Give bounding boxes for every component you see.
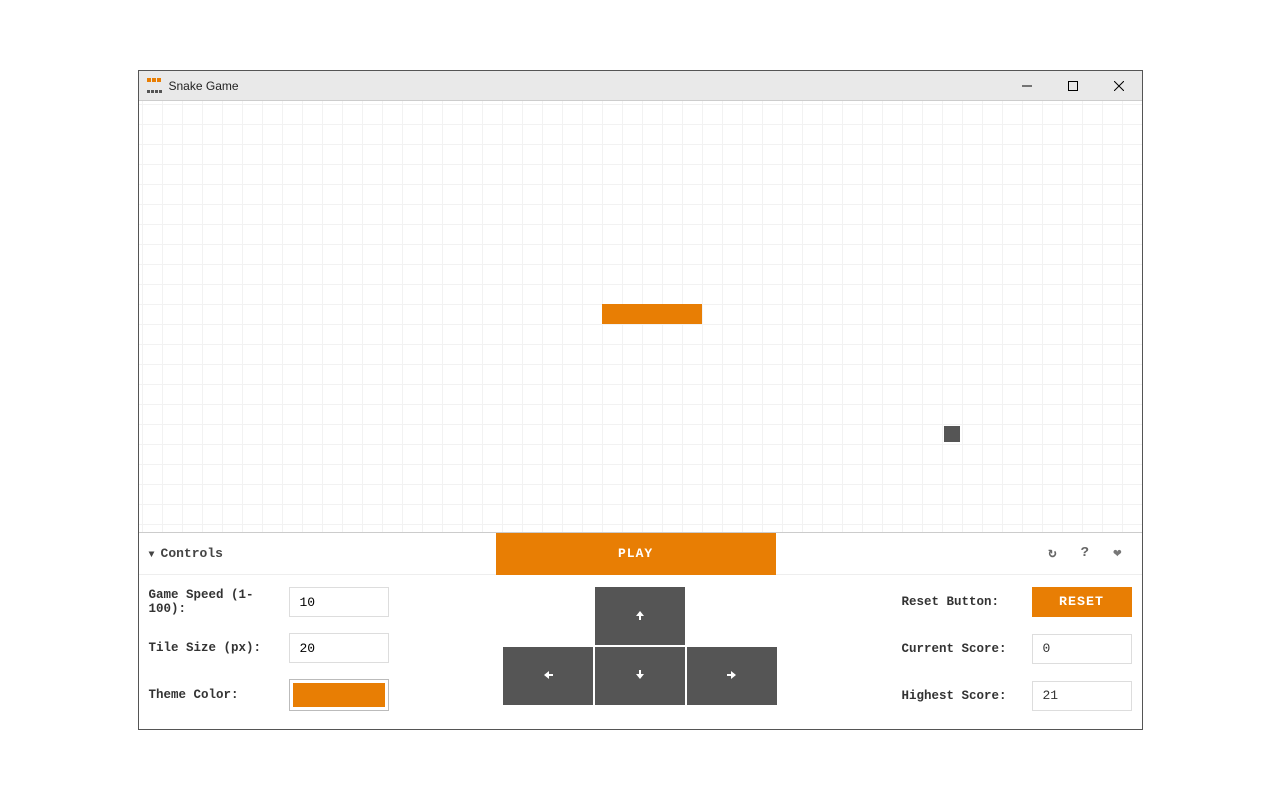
snake-segment — [622, 304, 642, 324]
header-icons: ↻ ? ❤ — [1048, 545, 1121, 562]
highest-score-value: 21 — [1032, 681, 1132, 711]
arrow-up-button[interactable] — [595, 587, 685, 645]
controls-header: Controls PLAY ↻ ? ❤ — [139, 533, 1142, 575]
tile-label: Tile Size (px): — [149, 641, 289, 655]
reset-label: Reset Button: — [902, 595, 1032, 609]
speed-label: Game Speed (1-100): — [149, 588, 289, 616]
snake-segment — [682, 304, 702, 324]
current-score-value: 0 — [1032, 634, 1132, 664]
help-icon[interactable]: ? — [1081, 545, 1089, 562]
snake-segment — [642, 304, 662, 324]
play-button[interactable]: PLAY — [496, 533, 776, 575]
score-column: Reset Button: RESET Current Score: 0 Hig… — [800, 587, 1132, 711]
tile-input[interactable] — [289, 633, 389, 663]
theme-label: Theme Color: — [149, 688, 289, 702]
dpad — [503, 587, 777, 705]
heart-icon[interactable]: ❤ — [1113, 545, 1121, 562]
settings-column: Game Speed (1-100): Tile Size (px): Them… — [149, 587, 481, 711]
close-button[interactable] — [1096, 71, 1142, 101]
app-window: Snake Game Controls PLAY ↻ ? ❤ Game Spee… — [138, 70, 1143, 730]
theme-color-preview — [293, 683, 385, 707]
reset-button[interactable]: RESET — [1032, 587, 1132, 617]
minimize-button[interactable] — [1004, 71, 1050, 101]
snake-segment — [602, 304, 622, 324]
maximize-button[interactable] — [1050, 71, 1096, 101]
snake-segment — [662, 304, 682, 324]
window-title: Snake Game — [169, 79, 239, 93]
titlebar[interactable]: Snake Game — [139, 71, 1142, 101]
app-icon — [147, 78, 163, 94]
current-score-label: Current Score: — [902, 642, 1032, 656]
food-block — [944, 426, 960, 442]
arrow-down-button[interactable] — [595, 647, 685, 705]
highest-score-label: Highest Score: — [902, 689, 1032, 703]
refresh-icon[interactable]: ↻ — [1048, 545, 1056, 562]
controls-toggle[interactable]: Controls — [149, 546, 223, 561]
controls-body: Game Speed (1-100): Tile Size (px): Them… — [139, 575, 1142, 729]
speed-input[interactable] — [289, 587, 389, 617]
game-board[interactable] — [139, 101, 1142, 533]
theme-color-picker[interactable] — [289, 679, 389, 711]
arrow-right-button[interactable] — [687, 647, 777, 705]
arrow-left-button[interactable] — [503, 647, 593, 705]
window-controls — [1004, 71, 1142, 101]
dpad-column — [500, 587, 780, 711]
